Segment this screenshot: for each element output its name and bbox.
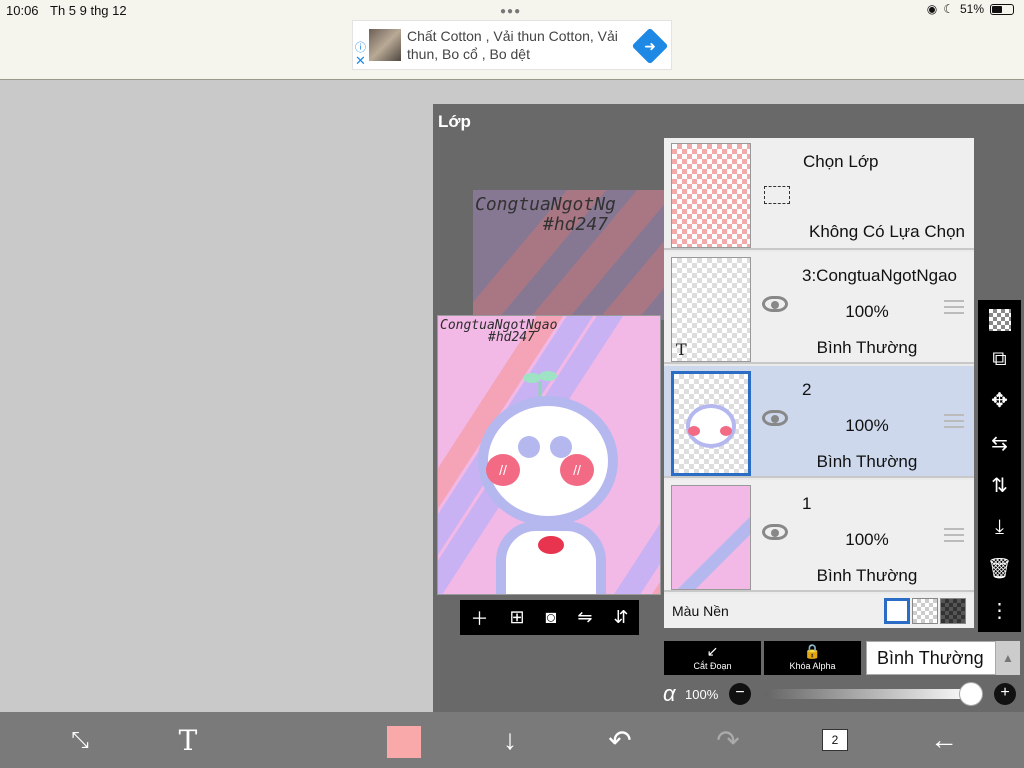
layer-opacity: 100% xyxy=(845,302,889,321)
background-color-row: Màu Nền xyxy=(664,594,974,628)
opacity-slider[interactable] xyxy=(765,689,975,699)
trash-icon[interactable]: 🗑 xyxy=(987,556,1012,581)
layer-row[interactable]: T 3:CongtuaNgotNgao 100% Bình Thường xyxy=(664,252,974,364)
ad-image xyxy=(369,29,401,61)
layers-icon[interactable]: 2 xyxy=(822,729,848,751)
sprout-icon xyxy=(523,371,557,398)
flip-horizontal-icon[interactable]: ⇋ xyxy=(577,607,592,628)
alpha-symbol: α xyxy=(663,681,676,706)
eye-icon[interactable] xyxy=(762,296,788,312)
layer-name: 2 xyxy=(802,380,812,399)
layer-blend-mode: Bình Thường xyxy=(816,452,918,471)
selection-status: Không Có Lựa Chọn xyxy=(809,222,965,241)
move-icon[interactable]: ✥ xyxy=(991,388,1008,413)
layer-name: 1 xyxy=(802,494,812,513)
lock-icon: 🔒 xyxy=(803,643,822,659)
top-bar: 10:06 Th 5 9 thg 12 ●●● ◉ ☾ 51% ⓘ ✕ Chất… xyxy=(0,0,1024,80)
flip-vertical-icon[interactable]: ⇅ xyxy=(991,473,1008,498)
download-icon[interactable]: ↓ xyxy=(490,712,530,768)
add-layer-icon[interactable]: ⊞ xyxy=(509,607,524,628)
battery-icon xyxy=(990,3,1014,15)
text-icon[interactable]: T xyxy=(168,712,208,768)
layer-row[interactable]: 1 100% Bình Thường xyxy=(664,480,974,592)
background-transparent-swatch[interactable] xyxy=(912,598,938,624)
clipping-button[interactable]: ↙ Cắt Đoạn xyxy=(664,641,761,675)
drag-handle-icon[interactable] xyxy=(944,528,964,542)
status-date: Th 5 9 thg 12 xyxy=(50,3,127,18)
canvas-preview[interactable]: CongtuaNgotNgao #hd247 // // xyxy=(437,315,661,595)
chevron-up-icon[interactable]: ▲ xyxy=(996,641,1020,675)
selection-title: Chọn Lớp xyxy=(803,152,879,171)
close-icon[interactable]: ✕ xyxy=(355,53,366,69)
transform-layer-icon[interactable]: ⧉ xyxy=(992,348,1006,371)
eye-icon[interactable] xyxy=(762,524,788,540)
character-head: // // xyxy=(478,396,618,526)
moon-icon: ☾ xyxy=(943,2,954,16)
layer-thumbnail xyxy=(671,371,751,476)
add-icon[interactable]: ＋ xyxy=(470,605,488,631)
background-white-swatch[interactable] xyxy=(884,598,910,624)
layer-panel: Lớp CongtuaNgotNg #hd247 CongtuaNgotNgao… xyxy=(433,104,1024,712)
character-body xyxy=(496,521,606,594)
panel-title: Lớp xyxy=(438,112,471,131)
transform-icon[interactable]: ⤡ xyxy=(60,712,100,768)
cheek-left: // xyxy=(486,454,520,486)
camera-icon[interactable]: ◙ xyxy=(546,607,557,628)
opacity-slider-thumb[interactable] xyxy=(959,682,983,706)
watermark-line1: CongtuaNgotNg xyxy=(475,194,616,215)
layer-thumbnail: T xyxy=(671,257,751,362)
multitask-handle[interactable]: ●●● xyxy=(500,6,521,17)
directions-icon[interactable]: ➜ xyxy=(631,27,669,65)
selection-thumbnail xyxy=(671,143,751,248)
layer-row[interactable]: 2 100% Bình Thường xyxy=(664,366,974,478)
clipping-label: Cắt Đoạn xyxy=(693,661,732,671)
ad-banner[interactable]: ⓘ ✕ Chất Cotton , Vải thun Cotton, Vải t… xyxy=(352,20,672,70)
blend-mode-select[interactable]: Bình Thường xyxy=(866,641,996,675)
layer-opacity: 100% xyxy=(845,530,889,549)
layer-opacity: 100% xyxy=(845,416,889,435)
canvas-toolbar: ＋ ⊞ ◙ ⇋ ⇵ xyxy=(460,600,639,635)
flip-horizontal-icon[interactable]: ⇆ xyxy=(991,431,1008,456)
bottom-toolbar: ⤡ T ↓ ↶ ↷ ← xyxy=(0,712,1024,768)
clip-icon: ↙ xyxy=(706,643,719,659)
opacity-decrease-button[interactable]: − xyxy=(729,683,751,705)
back-icon[interactable]: ← xyxy=(924,712,964,768)
selection-icon xyxy=(764,186,790,204)
merge-down-icon[interactable]: ⤓ xyxy=(995,516,1004,539)
layer-list: Chọn Lớp Không Có Lựa Chọn T 3:CongtuaNg… xyxy=(664,138,974,628)
redo-icon[interactable]: ↷ xyxy=(708,712,748,768)
text-layer-badge: T xyxy=(676,340,687,359)
drag-handle-icon[interactable] xyxy=(944,300,964,314)
more-icon[interactable]: ⋮ xyxy=(990,598,1010,623)
battery-percent: 51% xyxy=(959,2,984,16)
cheek-right: // xyxy=(560,454,594,486)
layer-name: 3:CongtuaNgotNgao xyxy=(802,266,958,285)
undo-icon[interactable]: ↶ xyxy=(600,712,640,768)
alpha-lock-button[interactable]: 🔒 Khóa Alpha xyxy=(764,641,861,675)
status-indicators: ◉ ☾ 51% xyxy=(927,2,1014,16)
status-time: 10:06 xyxy=(6,3,39,18)
watermark-line2: #hd247 xyxy=(543,214,609,235)
eye-icon[interactable] xyxy=(762,410,788,426)
opacity-value: 100% xyxy=(685,687,719,702)
wifi-icon: ◉ xyxy=(926,2,938,16)
background-dark-swatch[interactable] xyxy=(940,598,966,624)
canvas-background-preview: CongtuaNgotNg #hd247 xyxy=(473,190,673,320)
ad-text[interactable]: Chất Cotton , Vải thun Cotton, Vải thun,… xyxy=(407,27,637,63)
checker-icon[interactable] xyxy=(988,308,1011,331)
background-label: Màu Nền xyxy=(672,603,729,619)
flip-vertical-icon[interactable]: ⇵ xyxy=(613,607,628,628)
alpha-lock-label: Khóa Alpha xyxy=(789,661,836,671)
bow-icon xyxy=(538,536,564,554)
opacity-increase-button[interactable]: + xyxy=(994,683,1016,705)
selection-row[interactable]: Chọn Lớp Không Có Lựa Chọn xyxy=(664,138,974,250)
drag-handle-icon[interactable] xyxy=(944,414,964,428)
layer-thumbnail xyxy=(671,485,751,590)
layer-blend-mode: Bình Thường xyxy=(816,566,918,585)
color-swatch[interactable] xyxy=(387,726,421,758)
layer-blend-mode: Bình Thường xyxy=(816,338,918,357)
watermark-line2: #hd247 xyxy=(488,330,535,345)
layer-tools: ⧉ ✥ ⇆ ⇅ ⤓ 🗑 ⋮ xyxy=(978,300,1021,632)
